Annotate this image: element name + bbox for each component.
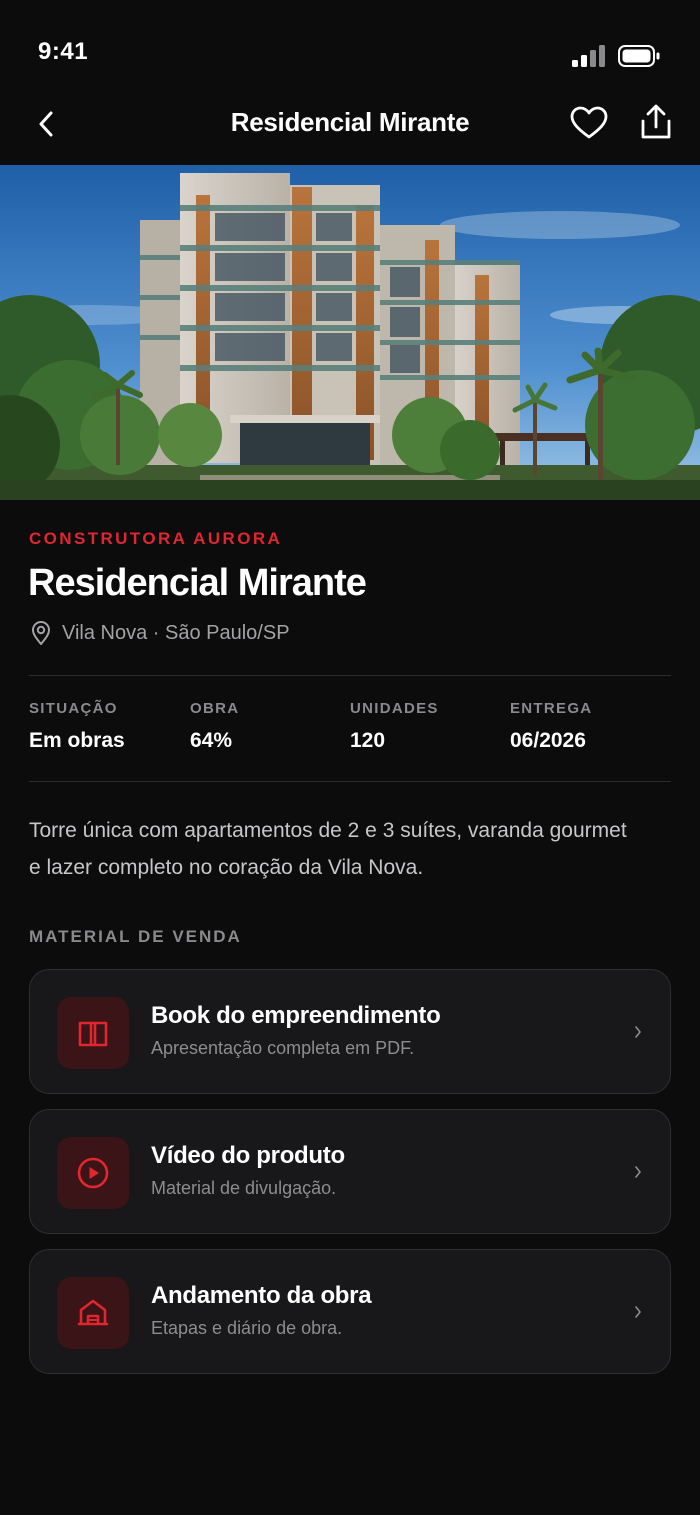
stat-value: Em obras [29, 729, 125, 752]
card-subtitle: Etapas e diário de obra. [151, 1318, 343, 1338]
favorite-button[interactable] [568, 102, 610, 144]
card-title: Book do empreendimento [151, 1002, 441, 1029]
chevron-right-icon [632, 1022, 644, 1042]
divider [29, 675, 671, 676]
section-title: MATERIAL DE VENDA [29, 927, 242, 946]
card-subtitle: Material de divulgação. [151, 1178, 337, 1198]
stat-value: 120 [350, 729, 386, 752]
building-illustration [0, 165, 700, 500]
chevron-right-icon [632, 1302, 644, 1322]
stat-label: OBRA [190, 700, 240, 717]
status-time: 9:41 [38, 38, 89, 65]
project-stats: SITUAÇÃO Em obras OBRA 64% UNIDADES 120 … [29, 700, 671, 760]
card-title: Vídeo do produto [151, 1142, 345, 1169]
sales-item-book[interactable]: Book do empreendimento Apresentação comp… [29, 969, 671, 1094]
stat-label: ENTREGA [510, 700, 593, 717]
play-icon [77, 1157, 109, 1189]
chevron-right-icon [632, 1162, 644, 1182]
sales-item-video[interactable]: Vídeo do produto Material de divulgação. [29, 1109, 671, 1234]
status-bar: 9:41 [0, 0, 700, 90]
stat-obra: OBRA 64% [190, 700, 239, 753]
construction-icon [77, 1299, 109, 1326]
stat-entrega: ENTREGA 06/2026 [510, 700, 592, 753]
share-button[interactable] [636, 100, 676, 144]
navigation-bar: Residencial Mirante [0, 90, 700, 165]
location-pin-icon [32, 621, 50, 645]
stat-label: UNIDADES [350, 700, 439, 717]
sales-item-construction[interactable]: Andamento da obra Etapas e diário de obr… [29, 1249, 671, 1374]
card-icon-container [57, 1277, 129, 1349]
status-icons [572, 45, 660, 67]
heart-icon [570, 106, 608, 139]
battery-icon [618, 45, 660, 67]
share-icon [641, 104, 671, 139]
card-subtitle: Apresentação completa em PDF. [151, 1038, 415, 1058]
developer-name: CONSTRUTORA AURORA [29, 529, 283, 548]
card-title: Andamento da obra [151, 1282, 372, 1309]
card-icon-container [57, 1137, 129, 1209]
stat-value: 64% [190, 729, 233, 752]
location-text: Vila Nova · São Paulo/SP [62, 621, 290, 644]
divider [29, 781, 671, 782]
project-title: Residencial Mirante [28, 562, 367, 604]
stat-unidades: UNIDADES 120 [350, 700, 439, 753]
book-icon [78, 1021, 108, 1047]
card-icon-container [57, 997, 129, 1069]
stat-situacao: SITUAÇÃO Em obras [29, 700, 125, 753]
stat-label: SITUAÇÃO [29, 700, 118, 717]
hero-image [0, 165, 700, 500]
signal-icon [572, 45, 605, 67]
project-description: Torre única com apartamentos de 2 e 3 su… [29, 819, 627, 879]
stat-value: 06/2026 [510, 729, 586, 752]
project-location: Vila Nova · São Paulo/SP [30, 620, 290, 646]
